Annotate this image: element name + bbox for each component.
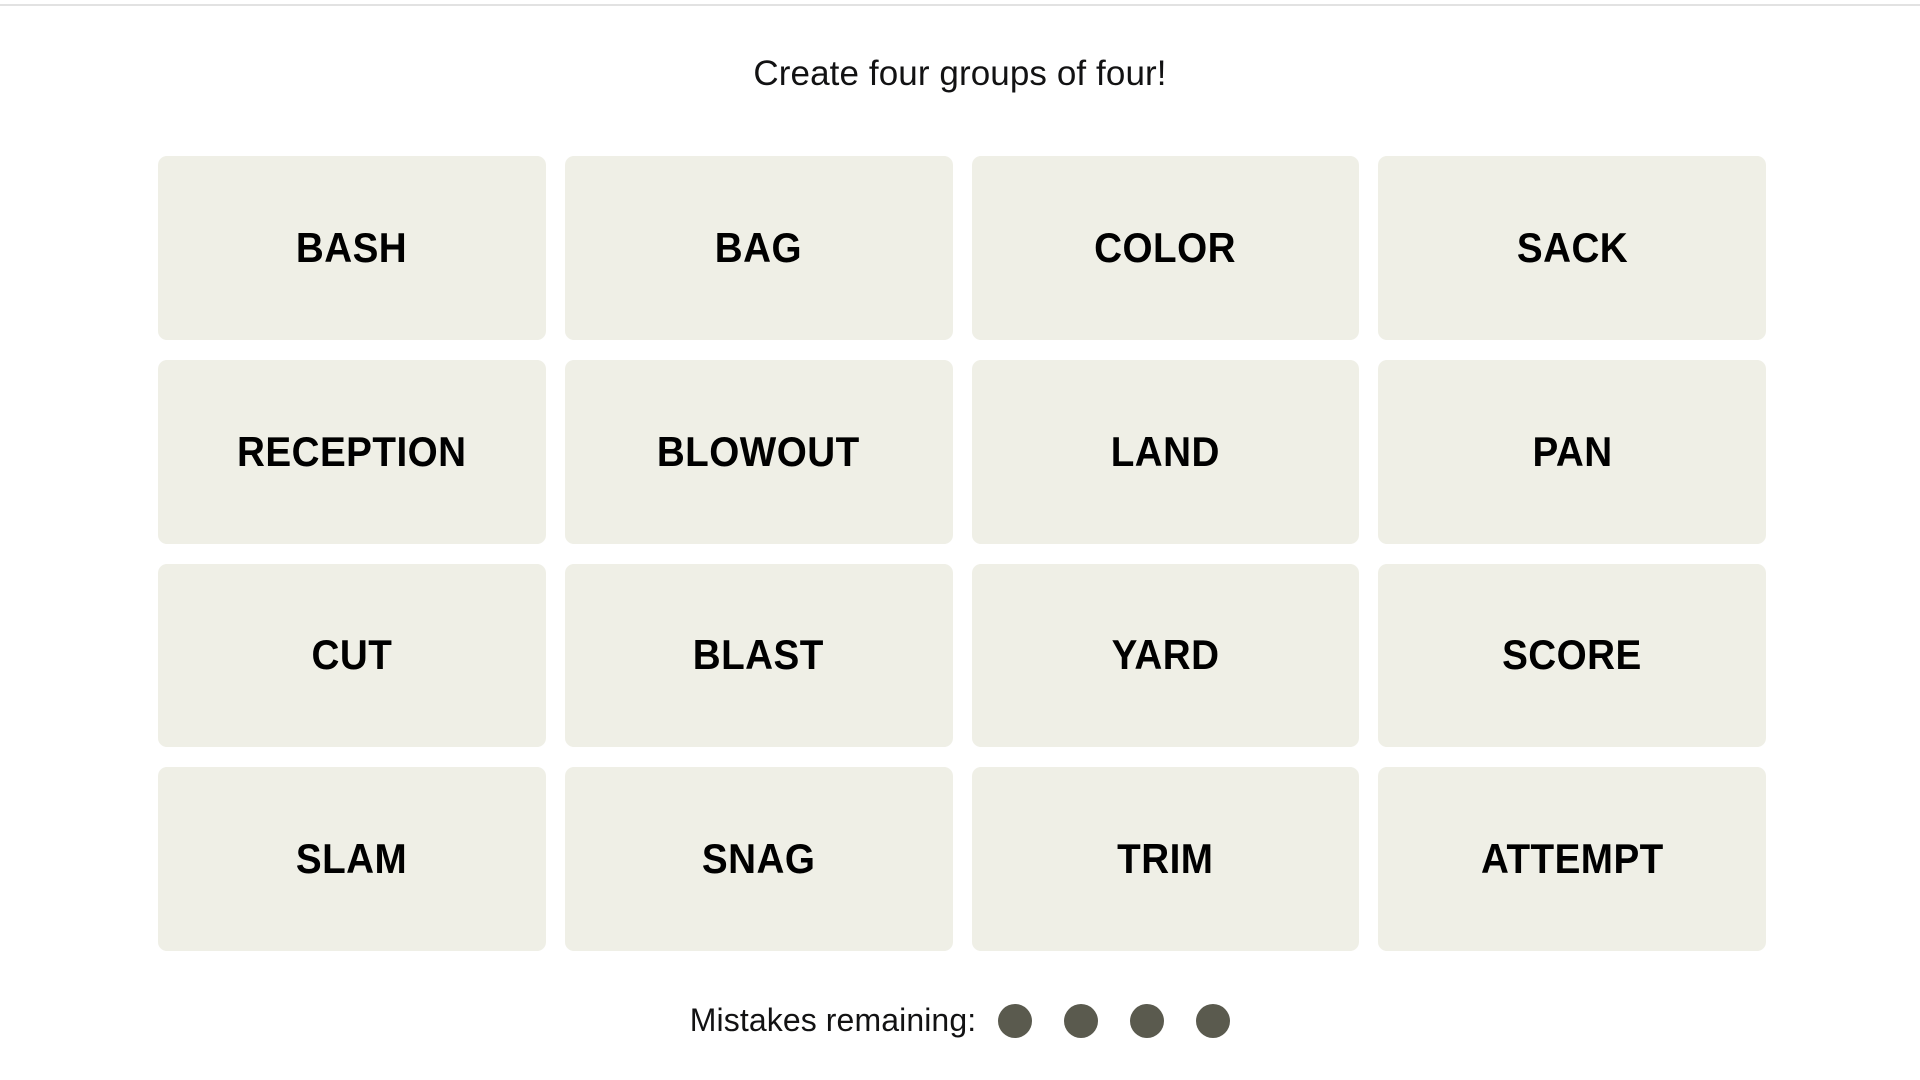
mistakes-remaining-bar: Mistakes remaining: — [0, 1002, 1920, 1039]
word-tile-grid: BASH BAG COLOR SACK RECEPTION BLOWOUT LA… — [158, 156, 1766, 951]
word-tile[interactable]: YARD — [971, 563, 1360, 748]
word-tile-label: SLAM — [296, 835, 408, 883]
word-tile-label: SNAG — [701, 835, 816, 883]
word-tile-label: BASH — [296, 223, 408, 271]
word-tile[interactable]: TRIM — [971, 767, 1360, 951]
word-tile-label: YARD — [1111, 631, 1220, 679]
word-tile-label: LAND — [1110, 427, 1220, 475]
mistake-dot — [1130, 1003, 1165, 1038]
word-tile-label: TRIM — [1117, 835, 1214, 883]
word-tile[interactable]: BLAST — [564, 563, 953, 748]
word-tile[interactable]: SLAM — [158, 767, 546, 951]
word-tile-label: CUT — [311, 631, 393, 679]
mistake-dot-group — [998, 1003, 1231, 1038]
top-divider — [0, 4, 1920, 6]
word-tile-label: SACK — [1516, 223, 1628, 271]
word-tile-label: BAG — [714, 223, 803, 271]
word-tile-label: BLOWOUT — [657, 427, 861, 475]
mistakes-remaining-label: Mistakes remaining: — [689, 1002, 977, 1038]
word-tile-label: COLOR — [1094, 223, 1237, 271]
word-tile-label: ATTEMPT — [1480, 835, 1664, 883]
word-tile[interactable]: RECEPTION — [158, 359, 546, 544]
word-tile-label: RECEPTION — [237, 427, 467, 475]
word-tile-label: SCORE — [1502, 631, 1642, 679]
page-title: Create four groups of four! — [753, 54, 1167, 93]
word-tile-label: PAN — [1532, 427, 1613, 475]
connections-game-screen: Create four groups of four! BASH BAG COL… — [0, 0, 1920, 1080]
word-tile[interactable]: LAND — [971, 359, 1360, 544]
mistake-dot — [1064, 1003, 1099, 1038]
word-tile[interactable]: BASH — [158, 156, 546, 340]
word-tile[interactable]: BAG — [564, 156, 953, 340]
word-tile[interactable]: SCORE — [1378, 563, 1766, 748]
word-tile[interactable]: CUT — [158, 563, 546, 748]
mistake-dot — [998, 1003, 1033, 1038]
word-tile[interactable]: SNAG — [564, 767, 953, 951]
word-tile-label: BLAST — [693, 631, 825, 679]
word-tile[interactable]: COLOR — [971, 156, 1360, 340]
word-tile[interactable]: SACK — [1378, 156, 1766, 340]
word-tile[interactable]: ATTEMPT — [1378, 767, 1766, 951]
word-tile[interactable]: BLOWOUT — [564, 359, 953, 544]
mistake-dot — [1196, 1003, 1231, 1038]
word-tile[interactable]: PAN — [1378, 359, 1766, 544]
